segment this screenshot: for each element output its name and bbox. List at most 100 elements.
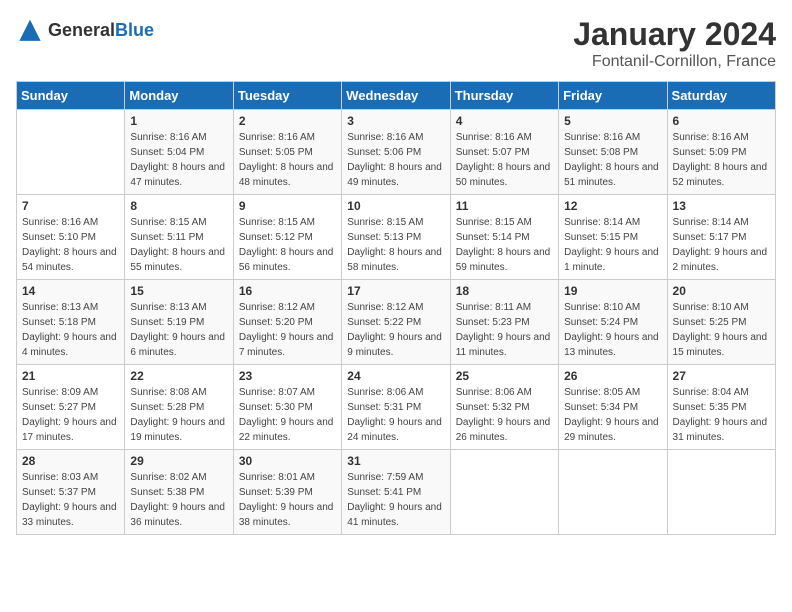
calendar-cell [559,450,667,535]
day-number: 30 [239,454,336,468]
calendar-week-row: 7Sunrise: 8:16 AMSunset: 5:10 PMDaylight… [17,195,776,280]
day-number: 4 [456,114,553,128]
day-info: Sunrise: 8:09 AMSunset: 5:27 PMDaylight:… [22,385,119,445]
calendar-cell: 30Sunrise: 8:01 AMSunset: 5:39 PMDayligh… [233,450,341,535]
logo-text-general: General [48,20,115,40]
day-number: 27 [673,369,770,383]
calendar-body: 1 Sunrise: 8:16 AMSunset: 5:04 PMDaylight… [17,110,776,535]
day-number: 22 [130,369,227,383]
calendar-cell: 2 Sunrise: 8:16 AMSunset: 5:05 PMDaylight… [233,110,341,195]
calendar-cell: 20 Sunrise: 8:10 AMSunset: 5:25 PMDayligh… [667,280,775,365]
day-info: Sunrise: 8:13 AMSunset: 5:18 PMDaylight:… [22,300,119,360]
calendar-cell: 18Sunrise: 8:11 AMSunset: 5:23 PMDayligh… [450,280,558,365]
col-friday: Friday [559,82,667,110]
logo-text-blue: Blue [115,20,154,40]
day-info: Sunrise: 8:14 AMSunset: 5:17 PMDaylight:… [673,215,770,275]
day-number: 13 [673,199,770,213]
day-number: 12 [564,199,661,213]
calendar-header: Sunday Monday Tuesday Wednesday Thursday… [17,82,776,110]
day-info: Sunrise: 8:10 AMSunset: 5:25 PMDaylight:… [673,300,770,360]
col-tuesday: Tuesday [233,82,341,110]
calendar-cell: 5 Sunrise: 8:16 AMSunset: 5:08 PMDaylight… [559,110,667,195]
calendar-cell: 25 Sunrise: 8:06 AMSunset: 5:32 PMDayligh… [450,365,558,450]
day-number: 20 [673,284,770,298]
calendar-cell: 29 Sunrise: 8:02 AMSunset: 5:38 PMDayligh… [125,450,233,535]
col-monday: Monday [125,82,233,110]
day-info: Sunrise: 8:08 AMSunset: 5:28 PMDaylight:… [130,385,227,445]
calendar-cell: 4 Sunrise: 8:16 AMSunset: 5:07 PMDaylight… [450,110,558,195]
day-info: Sunrise: 7:59 AMSunset: 5:41 PMDaylight:… [347,470,444,530]
calendar-cell: 7Sunrise: 8:16 AMSunset: 5:10 PMDaylight… [17,195,125,280]
day-number: 18 [456,284,553,298]
calendar-cell: 17 Sunrise: 8:12 AMSunset: 5:22 PMDayligh… [342,280,450,365]
day-number: 14 [22,284,119,298]
header-row: Sunday Monday Tuesday Wednesday Thursday… [17,82,776,110]
day-number: 28 [22,454,119,468]
calendar-cell: 31 Sunrise: 7:59 AMSunset: 5:41 PMDayligh… [342,450,450,535]
day-info: Sunrise: 8:16 AMSunset: 5:05 PMDaylight:… [239,130,336,190]
day-number: 2 [239,114,336,128]
calendar-cell: 8Sunrise: 8:15 AMSunset: 5:11 PMDaylight… [125,195,233,280]
day-number: 24 [347,369,444,383]
day-number: 21 [22,369,119,383]
day-info: Sunrise: 8:15 AMSunset: 5:13 PMDaylight:… [347,215,444,275]
calendar-location: Fontanil-Cornillon, France [573,53,776,71]
col-wednesday: Wednesday [342,82,450,110]
calendar-week-row: 14 Sunrise: 8:13 AMSunset: 5:18 PMDayligh… [17,280,776,365]
calendar-table: Sunday Monday Tuesday Wednesday Thursday… [16,81,776,535]
calendar-cell: 6Sunrise: 8:16 AMSunset: 5:09 PMDaylight… [667,110,775,195]
day-number: 29 [130,454,227,468]
calendar-cell: 26 Sunrise: 8:05 AMSunset: 5:34 PMDayligh… [559,365,667,450]
day-info: Sunrise: 8:12 AMSunset: 5:20 PMDaylight:… [239,300,336,360]
day-number: 9 [239,199,336,213]
day-number: 31 [347,454,444,468]
calendar-cell [17,110,125,195]
day-number: 1 [130,114,227,128]
calendar-cell: 16 Sunrise: 8:12 AMSunset: 5:20 PMDayligh… [233,280,341,365]
day-info: Sunrise: 8:14 AMSunset: 5:15 PMDaylight:… [564,215,661,275]
day-info: Sunrise: 8:16 AMSunset: 5:06 PMDaylight:… [347,130,444,190]
day-number: 15 [130,284,227,298]
day-info: Sunrise: 8:16 AMSunset: 5:08 PMDaylight:… [564,130,661,190]
calendar-cell: 13 Sunrise: 8:14 AMSunset: 5:17 PMDayligh… [667,195,775,280]
calendar-cell: 23Sunrise: 8:07 AMSunset: 5:30 PMDayligh… [233,365,341,450]
day-info: Sunrise: 8:06 AMSunset: 5:31 PMDaylight:… [347,385,444,445]
calendar-week-row: 1 Sunrise: 8:16 AMSunset: 5:04 PMDaylight… [17,110,776,195]
logo-icon [16,16,44,44]
calendar-cell: 9 Sunrise: 8:15 AMSunset: 5:12 PMDaylight… [233,195,341,280]
day-number: 26 [564,369,661,383]
day-info: Sunrise: 8:13 AMSunset: 5:19 PMDaylight:… [130,300,227,360]
calendar-cell: 19Sunrise: 8:10 AMSunset: 5:24 PMDayligh… [559,280,667,365]
day-number: 5 [564,114,661,128]
day-number: 23 [239,369,336,383]
day-info: Sunrise: 8:15 AMSunset: 5:14 PMDaylight:… [456,215,553,275]
calendar-cell: 12 Sunrise: 8:14 AMSunset: 5:15 PMDayligh… [559,195,667,280]
day-info: Sunrise: 8:16 AMSunset: 5:07 PMDaylight:… [456,130,553,190]
calendar-cell: 3 Sunrise: 8:16 AMSunset: 5:06 PMDaylight… [342,110,450,195]
calendar-title: January 2024 [573,16,776,53]
day-info: Sunrise: 8:16 AMSunset: 5:04 PMDaylight:… [130,130,227,190]
day-info: Sunrise: 8:16 AMSunset: 5:10 PMDaylight:… [22,215,119,275]
calendar-cell: 28 Sunrise: 8:03 AMSunset: 5:37 PMDayligh… [17,450,125,535]
day-info: Sunrise: 8:03 AMSunset: 5:37 PMDaylight:… [22,470,119,530]
calendar-cell [450,450,558,535]
day-info: Sunrise: 8:05 AMSunset: 5:34 PMDaylight:… [564,385,661,445]
logo: GeneralBlue [16,16,154,44]
day-number: 17 [347,284,444,298]
page-header: GeneralBlue January 2024 Fontanil-Cornil… [16,16,776,71]
day-info: Sunrise: 8:15 AMSunset: 5:12 PMDaylight:… [239,215,336,275]
day-number: 10 [347,199,444,213]
calendar-cell: 10 Sunrise: 8:15 AMSunset: 5:13 PMDayligh… [342,195,450,280]
day-info: Sunrise: 8:02 AMSunset: 5:38 PMDaylight:… [130,470,227,530]
col-sunday: Sunday [17,82,125,110]
col-thursday: Thursday [450,82,558,110]
day-number: 16 [239,284,336,298]
calendar-week-row: 28 Sunrise: 8:03 AMSunset: 5:37 PMDayligh… [17,450,776,535]
calendar-cell: 22 Sunrise: 8:08 AMSunset: 5:28 PMDayligh… [125,365,233,450]
day-number: 25 [456,369,553,383]
day-info: Sunrise: 8:06 AMSunset: 5:32 PMDaylight:… [456,385,553,445]
day-info: Sunrise: 8:12 AMSunset: 5:22 PMDaylight:… [347,300,444,360]
calendar-cell: 14 Sunrise: 8:13 AMSunset: 5:18 PMDayligh… [17,280,125,365]
calendar-cell: 24 Sunrise: 8:06 AMSunset: 5:31 PMDayligh… [342,365,450,450]
day-number: 3 [347,114,444,128]
